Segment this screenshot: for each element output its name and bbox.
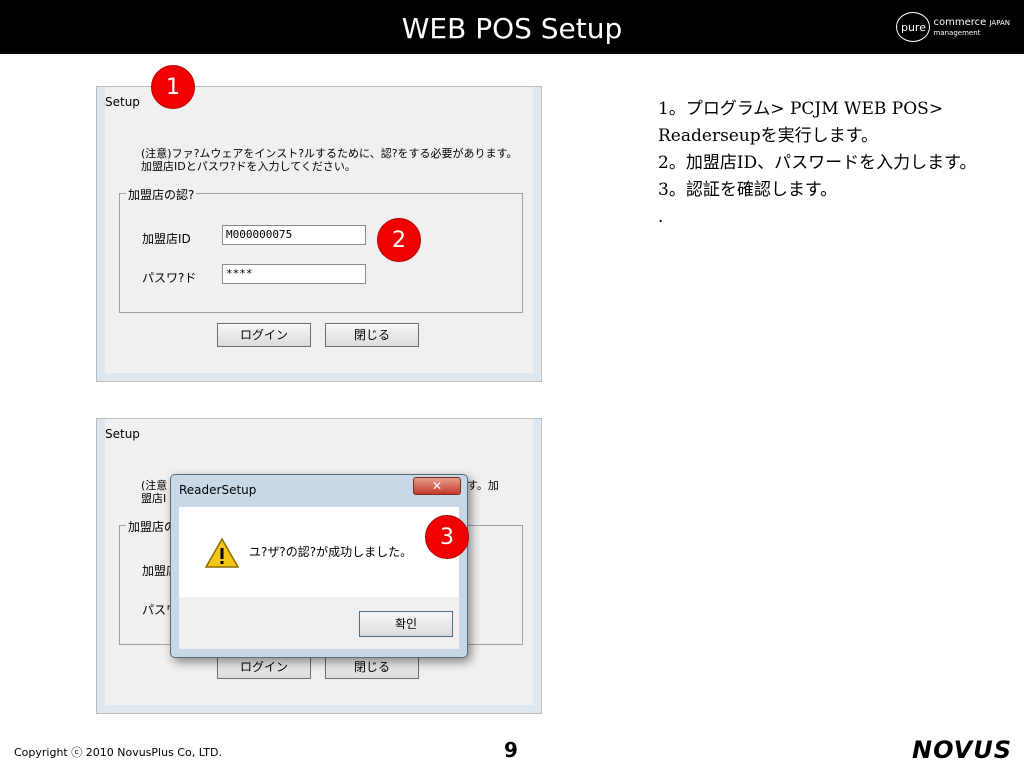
step-marker-1: 1 [151, 65, 195, 109]
instructions: 1。プログラム> PCJM WEB POS> Readerseupを実行します。… [658, 96, 988, 231]
brand-sub: management [933, 28, 981, 37]
reader-setup-dialog: ReaderSetup ✕ ユ?ザ?の認?が成功しました。 확인 [170, 474, 468, 658]
instruction-step-2: 2。加盟店ID、パスワードを入力します。 [658, 153, 977, 173]
close-button[interactable]: 閉じる [325, 323, 419, 347]
title-bar: WEB POS Setup pure commerce JAPAN manage… [0, 0, 1024, 54]
reader-setup-body: ユ?ザ?の認?が成功しました。 [179, 507, 459, 597]
setup-notice: (注意)ファ?ムウェアをインスト?ルするために、認?をする必要があります。加盟店… [141, 147, 518, 173]
merchant-id-input[interactable]: M000000075 [222, 225, 366, 245]
step-marker-3: 3 [425, 515, 469, 559]
setup-window-2-title: Setup [105, 427, 140, 441]
instruction-dot: . [658, 207, 664, 227]
reader-setup-footer: 확인 [179, 597, 459, 649]
ok-button[interactable]: 확인 [359, 611, 453, 637]
instruction-step-1: 1。プログラム> PCJM WEB POS> Readerseupを実行します。 [658, 99, 944, 146]
brand-region: JAPAN [989, 18, 1010, 27]
merchant-auth-group-title: 加盟店の認? [126, 186, 197, 203]
reader-setup-message: ユ?ザ?の認?が成功しました。 [249, 545, 413, 559]
setup-notice-2-end: す。加 [467, 479, 499, 492]
page-number: 9 [504, 738, 518, 762]
copyright: Copyright ⓒ 2010 NovusPlus Co, LTD. [14, 746, 222, 759]
brand-logo: pure commerce JAPAN management [896, 12, 1010, 42]
merchant-id-label: 加盟店ID [142, 232, 191, 246]
setup-window: Setup (注意)ファ?ムウェアをインスト?ルするために、認?をする必要があり… [96, 86, 542, 382]
password-input[interactable]: **** [222, 264, 366, 284]
setup-window-title: Setup [105, 95, 140, 109]
close-button-2[interactable]: 閉じる [325, 655, 419, 679]
page-title: WEB POS Setup [401, 12, 623, 45]
login-button-2[interactable]: ログイン [217, 655, 311, 679]
warning-icon [205, 537, 239, 568]
novus-logo: NOVUS [912, 736, 1012, 764]
brand-name: commerce [933, 16, 987, 28]
close-icon[interactable]: ✕ [413, 477, 461, 495]
step-marker-2: 2 [377, 218, 421, 262]
password-label: パスワ?ド [142, 271, 197, 285]
login-button[interactable]: ログイン [217, 323, 311, 347]
brand-circle: pure [896, 12, 931, 42]
merchant-auth-group: 加盟店の認? 加盟店ID M000000075 パスワ?ド **** [119, 186, 523, 313]
instruction-step-3: 3。認証を確認します。 [658, 180, 838, 200]
reader-setup-title: ReaderSetup [179, 483, 257, 497]
